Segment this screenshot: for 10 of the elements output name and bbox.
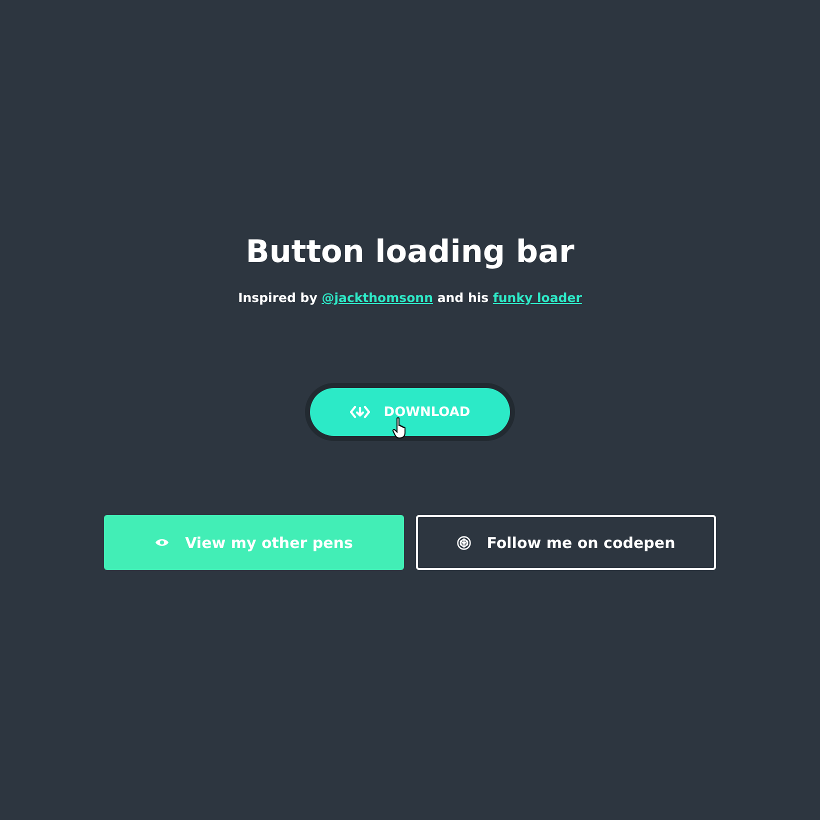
- loader-link[interactable]: funky loader: [492, 290, 582, 305]
- eye-icon: [155, 538, 170, 547]
- follow-button[interactable]: Follow me on codepen: [416, 515, 716, 570]
- profile-link[interactable]: @jackthomsonn: [322, 290, 433, 305]
- hand-cursor-icon: [392, 417, 408, 439]
- page-title: Button loading bar: [246, 233, 574, 272]
- codepen-icon: [456, 536, 471, 550]
- download-code-icon: [350, 405, 370, 419]
- subtitle-text: and his: [436, 290, 490, 305]
- subtitle-text: Inspired by: [238, 290, 318, 305]
